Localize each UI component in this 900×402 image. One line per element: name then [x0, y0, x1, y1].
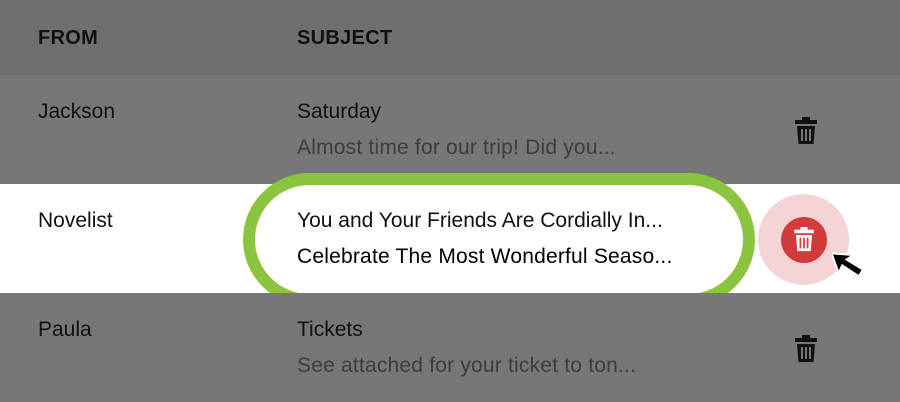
email-subject: You and Your Friends Are Cordially In... [297, 209, 663, 232]
email-subject: Tickets [297, 318, 363, 341]
column-header-from: FROM [38, 27, 99, 49]
trash-icon[interactable] [794, 335, 818, 363]
email-subject: Saturday [297, 100, 382, 123]
email-preview: See attached for your ticket to ton... [297, 354, 637, 377]
email-row-jackson[interactable]: Jackson Saturday Almost time for our tri… [0, 75, 900, 184]
table-header: FROM SUBJECT [0, 0, 900, 75]
email-row-paula[interactable]: Paula Tickets See attached for your tick… [0, 293, 900, 402]
email-sender: Jackson [38, 100, 116, 123]
delete-button[interactable] [781, 217, 827, 263]
trash-icon [794, 227, 814, 252]
email-preview: Celebrate The Most Wonderful Seaso... [297, 245, 673, 268]
mouse-pointer-icon [832, 252, 865, 278]
email-sender: Novelist [38, 209, 113, 232]
trash-icon[interactable] [794, 117, 818, 145]
email-preview: Almost time for our trip! Did you... [297, 136, 616, 159]
column-header-subject: SUBJECT [297, 27, 393, 49]
subject-highlight-ring [243, 173, 755, 306]
email-sender: Paula [38, 318, 92, 341]
